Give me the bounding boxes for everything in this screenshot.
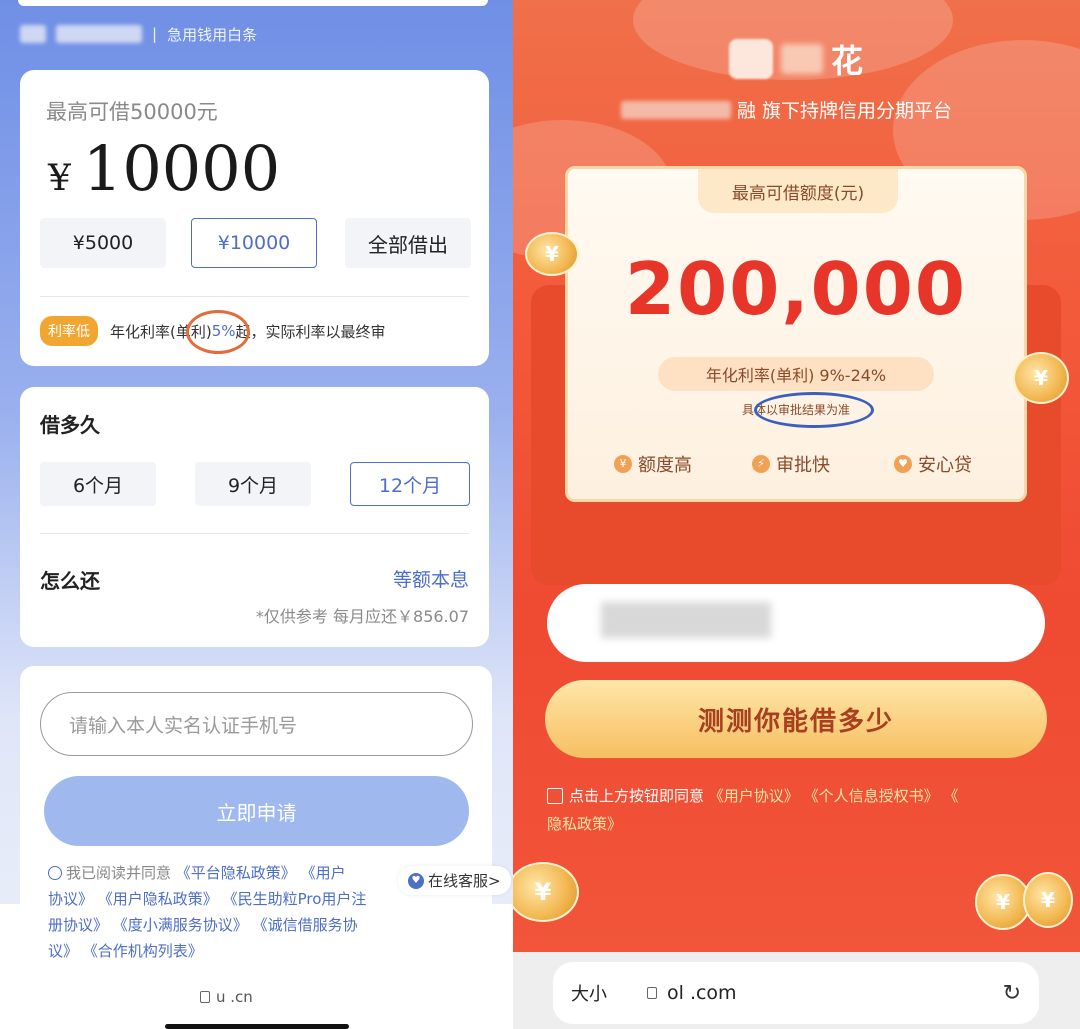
agreement-link[interactable]: 《诚信借服务协 bbox=[253, 916, 358, 934]
divider bbox=[40, 533, 469, 534]
agreement-link[interactable]: 《用户隐私政策》 bbox=[98, 890, 218, 908]
agree-prefix: 我已阅读并同意 bbox=[66, 864, 172, 882]
term-option-12[interactable]: 12个月 bbox=[350, 462, 470, 506]
left-url-bar[interactable]: u .cn bbox=[200, 988, 253, 1006]
agree-prefix: 点击上方按钮即同意 bbox=[569, 787, 705, 805]
term-card: 借多久 6个月 9个月 12个月 怎么还 等额本息 *仅供参考 每月应还￥856… bbox=[20, 387, 489, 647]
agreement-link[interactable]: 协议》 bbox=[48, 890, 93, 908]
logo-char-blurred bbox=[781, 44, 823, 74]
amount-option-5000[interactable]: ¥5000 bbox=[40, 218, 166, 268]
top-strip bbox=[18, 0, 488, 6]
heart-icon: ♥ bbox=[408, 872, 424, 889]
feature-label: 额度高 bbox=[638, 455, 692, 476]
divider bbox=[40, 296, 469, 297]
loan-amount[interactable]: ¥ 10000 bbox=[48, 132, 280, 205]
max-loan-label: 最高可借50000元 bbox=[46, 100, 218, 124]
coin-decoration: ¥ bbox=[525, 232, 579, 276]
currency-symbol: ¥ bbox=[48, 158, 71, 199]
credit-card-panel: 最高可借额度(元) 200,000 年化利率(单利) 9%-24% 具体以审批结… bbox=[565, 166, 1027, 502]
lightning-icon: ⚡ bbox=[752, 455, 770, 473]
agreement-link[interactable]: 《用户协议》 bbox=[709, 787, 799, 805]
right-url-bar[interactable]: 大小 ol .com ↻ bbox=[553, 962, 1039, 1024]
subtitle-text: 融 旗下持牌信用分期平台 bbox=[737, 100, 953, 122]
rate-suffix: 起，实际利率以最终审 bbox=[235, 322, 386, 341]
blue-annotation-circle bbox=[754, 392, 874, 428]
feature-safe-loan: ♥ 安心贷 bbox=[894, 451, 972, 477]
agreement-link[interactable]: 《 bbox=[943, 787, 958, 805]
term-option-9[interactable]: 9个月 bbox=[195, 462, 311, 506]
brand-name-blurred bbox=[56, 25, 142, 43]
feature-label: 审批快 bbox=[776, 455, 830, 476]
yen-icon: ¥ bbox=[614, 455, 632, 473]
platform-subtitle: 融 旗下持牌信用分期平台 bbox=[621, 96, 952, 123]
credit-limit-amount: 200,000 bbox=[625, 247, 967, 331]
lock-icon bbox=[200, 991, 210, 1003]
monthly-reference: *仅供参考 每月应还￥856.07 bbox=[255, 607, 469, 626]
amount-card: 最高可借50000元 ¥ 10000 ¥5000 ¥10000 全部借出 利率低… bbox=[20, 70, 489, 366]
left-url-text: u .cn bbox=[216, 988, 253, 1006]
right-screenshot: 花 融 旗下持牌信用分期平台 最高可借额度(元) 200,000 年化利率(单利… bbox=[513, 0, 1080, 1029]
logo-mark-blurred bbox=[729, 39, 773, 79]
shield-icon: ♥ bbox=[894, 455, 912, 473]
agreement-link[interactable]: 议》 bbox=[48, 942, 78, 960]
online-service-label: 在线客服> bbox=[428, 872, 501, 890]
agreement-text: 我已阅读并同意 《平台隐私政策》 《用户 协议》 《用户隐私政策》 《民生助粒P… bbox=[48, 860, 448, 964]
credit-limit-tab: 最高可借额度(元) bbox=[698, 169, 898, 213]
term-title: 借多久 bbox=[40, 413, 100, 437]
feature-label: 安心贷 bbox=[918, 455, 972, 476]
repay-title: 怎么还 bbox=[40, 569, 100, 593]
test-borrow-button[interactable]: 测测你能借多少 bbox=[545, 680, 1047, 758]
term-option-6[interactable]: 6个月 bbox=[40, 462, 156, 506]
agreement-link[interactable]: 册协议》 bbox=[48, 916, 108, 934]
amount-option-10000[interactable]: ¥10000 bbox=[191, 218, 317, 268]
agreement-link[interactable]: 《合作机构列表》 bbox=[83, 942, 203, 960]
agreement-link[interactable]: 《民生助粒Pro用户注 bbox=[223, 890, 367, 908]
rate-badge: 利率低 bbox=[40, 316, 98, 346]
coin-decoration: ¥ bbox=[513, 862, 579, 922]
brand-tagline: 急用钱用白条 bbox=[167, 25, 258, 44]
reload-icon[interactable]: ↻ bbox=[1003, 981, 1021, 1006]
repay-method[interactable]: 等额本息 bbox=[393, 565, 469, 592]
feature-high-limit: ¥ 额度高 bbox=[614, 451, 692, 477]
brand-logo-blurred bbox=[20, 25, 46, 43]
apply-button[interactable]: 立即申请 bbox=[44, 776, 469, 846]
agreement-link[interactable]: 《个人信息授权书》 bbox=[804, 787, 939, 805]
checkbox-icon[interactable] bbox=[547, 788, 563, 804]
online-service-button[interactable]: ♥ 在线客服> bbox=[398, 866, 511, 895]
rate-pill: 年化利率(单利) 9%-24% bbox=[658, 357, 934, 391]
amount-value: 10000 bbox=[82, 132, 281, 205]
coin-decoration: ¥ bbox=[1013, 352, 1069, 404]
red-annotation-circle bbox=[186, 310, 250, 354]
brand-separator: | bbox=[152, 25, 158, 43]
amount-option-all[interactable]: 全部借出 bbox=[345, 218, 471, 268]
agreement-link[interactable]: 《度小满服务协议》 bbox=[113, 916, 248, 934]
phone-blurred bbox=[601, 602, 771, 638]
company-name-blurred bbox=[621, 100, 731, 119]
logo-text: 花 bbox=[831, 42, 864, 80]
right-url-text: ol .com bbox=[667, 982, 737, 1004]
agreement-link[interactable]: 《平台隐私政策》 bbox=[176, 864, 296, 882]
lock-icon bbox=[647, 987, 657, 999]
phone-number-field[interactable] bbox=[547, 584, 1045, 662]
home-indicator bbox=[165, 1024, 349, 1029]
agreement-text: 点击上方按钮即同意 《用户协议》 《个人信息授权书》 《 隐私政策》 bbox=[547, 782, 1047, 838]
agreement-link[interactable]: 《用户 bbox=[301, 864, 346, 882]
brand-row: | 急用钱用白条 bbox=[20, 20, 257, 48]
agreement-link[interactable]: 隐私政策》 bbox=[547, 815, 622, 833]
feature-fast-approval: ⚡ 审批快 bbox=[752, 451, 830, 477]
left-screenshot: | 急用钱用白条 最高可借50000元 ¥ 10000 ¥5000 ¥10000… bbox=[0, 0, 513, 1029]
phone-input[interactable]: 请输入本人实名认证手机号 bbox=[40, 692, 473, 756]
text-size-button[interactable]: 大小 bbox=[571, 980, 607, 1006]
radio-icon[interactable] bbox=[48, 866, 62, 880]
coin-decoration: ¥ bbox=[1023, 872, 1073, 928]
app-logo: 花 bbox=[729, 36, 863, 82]
